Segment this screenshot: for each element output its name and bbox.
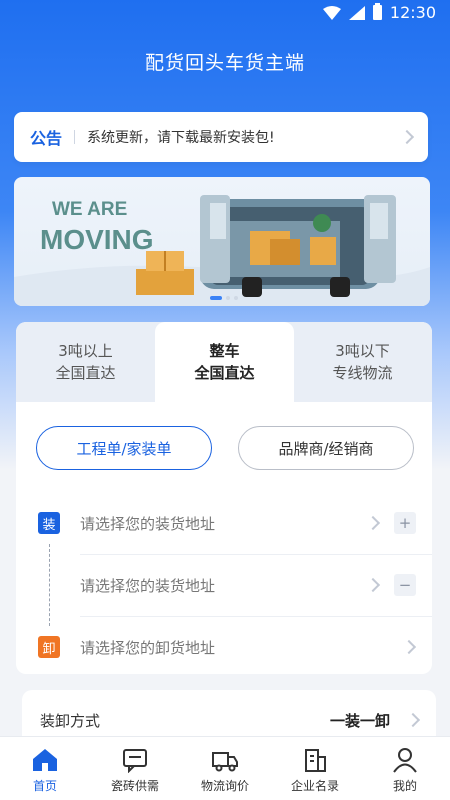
home-icon: [33, 749, 57, 771]
wifi-icon: [322, 5, 341, 20]
chevron-right-icon: [399, 129, 415, 145]
tab-label: 企业名录: [290, 779, 339, 793]
moving-illustration: WE ARE MOVING: [14, 195, 430, 306]
tab-line1: 整车: [209, 342, 240, 360]
tab-line2: 专线物流: [332, 364, 393, 382]
tab-label: 我的: [392, 779, 417, 793]
load-badge: 装: [38, 512, 60, 534]
tab-tile-market[interactable]: 瓷砖供需: [90, 737, 180, 800]
divider: [80, 616, 432, 617]
status-bar: 12:30: [0, 0, 450, 26]
tab-line2: 全国直达: [194, 364, 255, 382]
tab-line1: 3吨以上: [58, 342, 113, 360]
route-connector: [49, 544, 50, 626]
divider: [80, 554, 432, 555]
tab-label: 物流询价: [200, 779, 249, 793]
banner-carousel[interactable]: WE ARE MOVING: [14, 177, 430, 306]
tab-label: 瓷砖供需: [110, 779, 159, 793]
carousel-indicator: [210, 296, 238, 300]
page-title: 配货回头车货主端: [144, 52, 305, 74]
tab-home[interactable]: 首页: [0, 737, 90, 800]
bottom-tab-bar: 首页 瓷砖供需 物流询价 企业名录 我的: [0, 736, 450, 800]
tab-label: 首页: [32, 779, 57, 793]
unload-address-placeholder: 请选择您的卸货地址: [80, 638, 216, 657]
chat-icon: [123, 749, 147, 773]
project-order-button[interactable]: 工程单/家装单: [36, 426, 212, 470]
unload-address-row[interactable]: 卸 请选择您的卸货地址: [38, 618, 430, 674]
carousel-dot: [234, 296, 238, 300]
tab-profile[interactable]: 我的: [360, 737, 450, 800]
notice-bar[interactable]: 公告 系统更新，请下载最新安装包!: [14, 112, 428, 162]
notice-text: 系统更新，请下载最新安装包!: [87, 130, 275, 146]
plus-icon[interactable]: +: [394, 512, 416, 534]
notice-divider: [74, 130, 76, 144]
tab-line1: 3吨以下: [335, 342, 390, 360]
load-address-row-1[interactable]: 装 请选择您的装货地址 +: [38, 494, 430, 552]
user-icon: [393, 748, 417, 773]
building-icon: [305, 749, 326, 772]
banner-headline-1: WE ARE: [52, 199, 127, 220]
tab-below-3t[interactable]: 3吨以下 专线物流: [293, 322, 432, 402]
tab-above-3t[interactable]: 3吨以上 全国直达: [16, 322, 155, 402]
signal-icon: [348, 5, 365, 20]
load-address-placeholder: 请选择您的装货地址: [80, 514, 216, 533]
service-tabs: 3吨以上 全国直达 整车 全国直达 3吨以下 专线物流: [16, 322, 432, 402]
carousel-dot: [210, 296, 222, 300]
loading-method-label: 装卸方式: [40, 711, 101, 730]
loading-method-value: 一装一卸: [329, 711, 390, 730]
chevron-right-icon: [401, 639, 417, 655]
banner-headline-2: MOVING: [40, 224, 154, 255]
tab-company-directory[interactable]: 企业名录: [270, 737, 360, 800]
minus-icon[interactable]: −: [394, 574, 416, 596]
truck-icon: [212, 752, 238, 772]
load-address-placeholder: 请选择您的装货地址: [80, 576, 216, 595]
tab-full-truck[interactable]: 整车 全国直达: [155, 322, 294, 402]
unload-badge: 卸: [38, 636, 60, 658]
chevron-right-icon: [405, 712, 421, 728]
order-card: 3吨以上 全国直达 整车 全国直达 3吨以下 专线物流 工程单/家装单 品牌商/…: [16, 322, 432, 674]
tab-line2: 全国直达: [55, 364, 116, 382]
carousel-dot: [226, 296, 230, 300]
notice-tag: 公告: [30, 129, 63, 148]
chevron-right-icon: [365, 515, 381, 531]
tab-logistics-quote[interactable]: 物流询价: [180, 737, 270, 800]
chevron-right-icon: [365, 577, 381, 593]
status-time: 12:30: [389, 3, 436, 22]
load-address-row-2[interactable]: 请选择您的装货地址 −: [38, 556, 430, 614]
battery-icon: [372, 3, 382, 20]
brand-dealer-button[interactable]: 品牌商/经销商: [238, 426, 414, 470]
